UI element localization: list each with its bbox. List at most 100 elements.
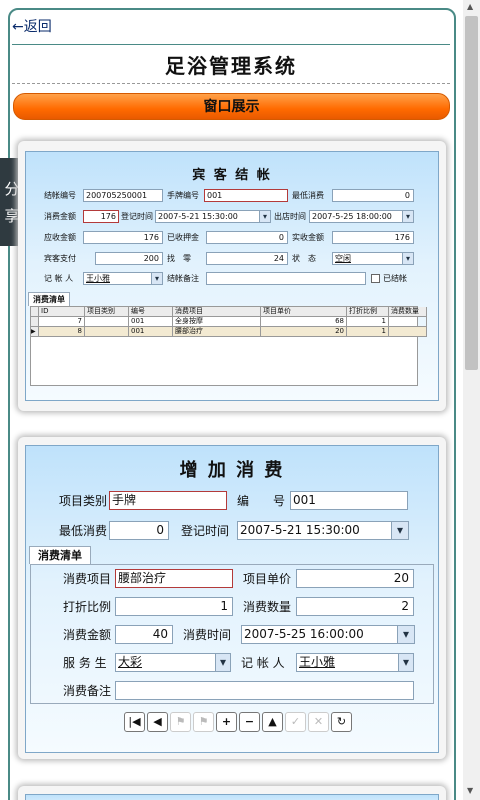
chevron-down-icon[interactable]: ▾ [398,654,413,671]
waiter-select[interactable]: 大彩 ▾ [115,653,231,672]
refresh-icon[interactable]: ↻ [331,712,352,732]
discount-field[interactable]: 1 [115,597,233,616]
min-spend-field[interactable]: 0 [109,521,169,540]
grid-header-cell: 项目类别 [85,307,129,317]
chevron-down-icon[interactable]: ▾ [151,273,162,284]
number-field[interactable]: 001 [290,491,408,510]
first-record-icon[interactable]: |◀ [124,712,145,732]
divider [12,44,450,45]
label-quantity: 消费数量 [243,600,292,614]
grid-cell: 全身按摩 [173,317,261,327]
chevron-down-icon[interactable]: ▾ [402,211,413,222]
chevron-down-icon[interactable]: ▾ [259,211,270,222]
label-price: 项目单价 [243,572,292,586]
label-leave-time: 出店时间 [274,212,306,221]
chevron-down-icon[interactable]: ▾ [397,626,414,643]
label-remark: 消费备注 [63,684,112,698]
scroll-down-icon[interactable]: ▼ [467,786,473,795]
label-discount: 打折比例 [63,600,112,614]
leave-time-picker[interactable]: 2007-5-25 18:00:00 ▾ [309,210,414,223]
scrollbar-thumb[interactable] [465,16,478,370]
cancel-edit-icon: ✕ [308,712,329,732]
grid-header-cell: 消费项目 [173,307,261,317]
grid-header-cell: 编号 [129,307,173,317]
previous-record-icon[interactable]: ◀ [147,712,168,732]
settled-checkbox[interactable] [371,274,380,283]
clerk-select[interactable]: 王小雅 ▾ [296,653,414,672]
label-paid: 实收金额 [292,233,324,242]
bill-no-field[interactable]: 200705250001 [83,189,163,202]
item-category-field[interactable]: 手牌 [109,491,227,510]
chevron-down-icon[interactable]: ▾ [402,253,413,264]
consume-time-picker[interactable]: 2007-5-25 16:00:00 ▾ [241,625,415,644]
checkout-window: 宾 客 结 帐 结帐编号 200705250001 手牌编号 001 最低消费 … [25,151,439,401]
edit-icon[interactable]: ▲ [262,712,283,732]
amount-field[interactable]: 40 [115,625,173,644]
current-row-indicator-icon[interactable]: ▶ [31,327,39,337]
grid-cell: 001 [129,327,173,337]
quantity-field[interactable]: 2 [296,597,414,616]
paid-field[interactable]: 176 [332,231,414,244]
screenshot-card-checkout: 宾 客 结 帐 结帐编号 200705250001 手牌编号 001 最低消费 … [18,141,446,411]
scrollbar[interactable]: ▲ ▼ [463,0,480,800]
change-field[interactable]: 24 [206,252,288,265]
min-spend-field[interactable]: 0 [332,189,414,202]
grid-cell [389,327,427,337]
divider-dashed [12,83,450,84]
clerk-select[interactable]: 王小雅 ▾ [83,272,163,285]
label-remark: 结帐备注 [167,274,199,283]
reg-time-value: 2007-5-21 15:30:00 [158,212,238,221]
amount-field[interactable]: 176 [83,210,119,223]
label-item: 消费项目 [63,572,112,586]
consume-time-value: 2007-5-25 16:00:00 [244,627,364,641]
back-link[interactable]: ←返回 [12,16,52,36]
grid-header-cell: 消费数量 [389,307,427,317]
label-consume-time: 消费时间 [183,628,232,642]
grid-cell: 1 [347,317,389,327]
tag-no-field[interactable]: 001 [204,189,288,202]
label-status: 状 态 [292,254,316,263]
remark-field[interactable] [206,272,366,285]
grid-cell: 68 [261,317,347,327]
price-field[interactable]: 20 [296,569,414,588]
remark-field[interactable] [115,681,414,700]
status-value: 空闲 [335,254,351,263]
checkout-title: 宾 客 结 帐 [192,168,272,183]
tab-consumption-list[interactable]: 消费清单 [29,546,91,564]
screenshot-card-next [18,786,446,800]
grid-cell [389,317,427,327]
receivable-field[interactable]: 176 [83,231,163,244]
screenshot-card-add-consumption: 增 加 消 费 项目类别 手牌 编 号 001 最低消费 0 登记时间 2007… [18,437,446,759]
next-window [25,794,439,800]
label-settled: 已结帐 [383,274,407,283]
waiter-value: 大彩 [118,655,143,669]
consumption-grid: ID 项目类别 编号 消费项目 项目单价 打折比例 消费数量 7 001 全身按摩 68 1 ▶ 8 001… [30,306,427,386]
row-indicator[interactable] [31,317,39,327]
chevron-down-icon[interactable]: ▾ [215,654,230,671]
label-amount: 消费金额 [44,212,76,221]
clerk-value: 王小雅 [299,655,336,669]
status-select[interactable]: 空闲 ▾ [332,252,414,265]
label-reg-time: 登记时间 [181,524,230,538]
flag-icon: ⚑ [170,712,191,732]
delete-icon[interactable]: − [239,712,260,732]
chevron-down-icon[interactable]: ▾ [391,522,408,539]
tab-consumption-list[interactable]: 消费清单 [28,292,70,306]
scroll-up-icon[interactable]: ▲ [467,2,473,11]
add-consumption-window: 增 加 消 费 项目类别 手牌 编 号 001 最低消费 0 登记时间 2007… [25,445,439,753]
grid-cell: 1 [347,327,389,337]
reg-time-picker[interactable]: 2007-5-21 15:30:00 ▾ [155,210,271,223]
item-field[interactable]: 腰部治疗 [115,569,233,588]
guest-pay-field[interactable]: 200 [95,252,163,265]
label-clerk: 记 帐 人 [44,274,74,283]
clerk-value: 王小雅 [86,274,110,283]
screen: ←返回 足浴管理系统 窗口展示 分 享 宾 客 结 帐 结帐编号 2007052… [0,0,480,800]
grid-cell: 8 [39,327,85,337]
section-header-button[interactable]: 窗口展示 [13,93,450,120]
deposit-field[interactable]: 0 [206,231,288,244]
grid-cell: 20 [261,327,347,337]
add-icon[interactable]: + [216,712,237,732]
reg-time-picker[interactable]: 2007-5-21 15:30:00 ▾ [237,521,409,540]
label-amount: 消费金额 [63,628,112,642]
label-item-category: 项目类别 [59,494,108,508]
